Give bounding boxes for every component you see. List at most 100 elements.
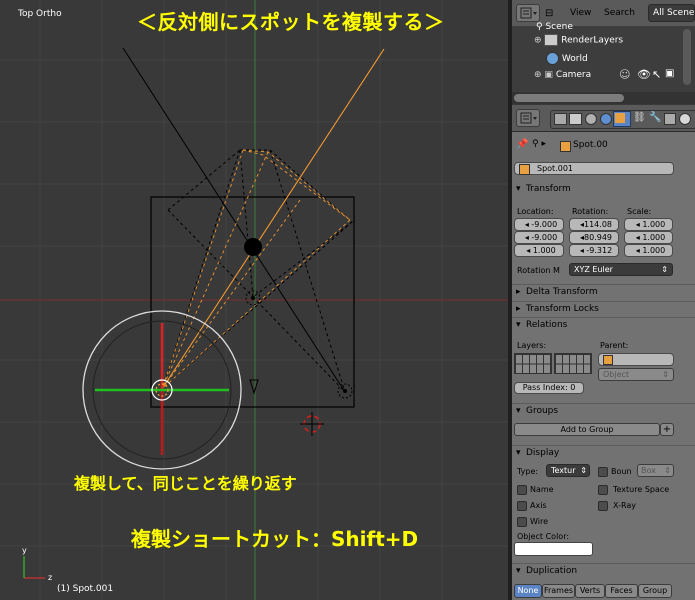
outliner-hscroll-track [512,92,695,104]
outliner-hscrollbar[interactable] [514,94,624,102]
world-tab-icon[interactable] [600,113,612,125]
groups-panel-header[interactable]: ▾ Groups [512,403,695,420]
overlay-shortcut: 複製ショートカット：Shift+D [131,527,419,551]
world-icon [546,52,559,65]
status-object-name: (1) Spot.001 [57,584,114,594]
xray-checkbox[interactable] [598,501,608,511]
layers-grid-right[interactable] [554,353,592,374]
display-type-dropdown[interactable]: Textur ⇕ [546,464,590,477]
location-label: Location: [517,207,554,216]
3d-cursor-icon [300,412,324,436]
expand-icon[interactable]: ⊕ [534,36,542,46]
bounds-checkbox[interactable] [598,467,608,477]
layers-grid-left[interactable] [514,353,552,374]
wire-label: Wire [530,517,548,526]
parent-label: Parent: [600,341,629,350]
collapse-icon[interactable]: ⊟ [545,8,553,19]
properties-editor-type-button[interactable] [516,109,540,127]
expand-icon[interactable]: ⊕ [534,70,542,80]
properties-editor-icon [520,112,537,124]
viewport-canvas[interactable] [0,0,508,600]
modifier-tab-icon[interactable]: 🔧 [649,112,661,123]
axis-checkbox[interactable] [517,501,527,511]
lamp-tab-icon[interactable] [679,113,691,125]
location-x-field[interactable]: ◂ -9.000 [514,218,564,231]
parent-field[interactable] [598,353,674,366]
duplication-frames-button[interactable]: Frames [542,584,575,598]
xray-label: X-Ray [613,501,636,510]
texture-space-checkbox[interactable] [598,485,608,495]
relations-panel-header[interactable]: ▾ Relations [512,317,695,334]
scene-breadcrumb-icon: ⚲ ▸ [532,139,546,149]
object-name-field[interactable]: Spot.001 [514,162,674,175]
properties-scroll-region[interactable] [682,135,692,595]
menu-search[interactable]: Search [604,8,635,18]
groups-title: Groups [526,406,559,416]
display-panel-header[interactable]: ▾ Display [512,445,695,462]
dropdown-arrow-icon: ⇕ [661,265,668,274]
tree-item-world[interactable]: World [546,52,588,65]
duplication-panel-header[interactable]: ▾ Duplication [512,563,695,580]
select-arrow-icon[interactable]: ↖ [652,68,661,81]
editor-type-button[interactable] [516,4,540,22]
duplication-toggle: ▾ [516,566,521,576]
delta-transform-title: Delta Transform [526,287,598,297]
rotation-x-field[interactable]: ◂114.08 [569,218,619,231]
delta-transform-toggle: ▸ [516,287,521,297]
object-name-icon [519,164,530,175]
transform-locks-panel-header[interactable]: ▸ Transform Locks [512,301,695,318]
name-checkbox[interactable] [517,485,527,495]
display-toggle: ▾ [516,448,521,458]
data-tab-icon[interactable] [664,113,676,125]
tree-item-camera[interactable]: ⊕ ▣ Camera [534,70,591,80]
object-color-swatch[interactable] [514,542,593,556]
lamp-marker [244,238,262,256]
pin-icon[interactable]: 📌 [516,139,528,150]
render-tab-icon[interactable] [554,113,567,125]
scene-tab-icon[interactable] [585,113,597,125]
constraint-tab-icon[interactable]: ⛓ [633,112,646,123]
duplication-none-button[interactable]: None [514,584,542,598]
duplication-verts-button[interactable]: Verts [575,584,605,598]
duplication-group-button[interactable]: Group [638,584,672,598]
camera-marker [249,379,259,395]
parent-type-dropdown[interactable]: Object ⇕ [598,368,674,381]
layers-label: Layers: [517,341,547,350]
tree-item-renderlayers[interactable]: ⊕ RenderLayers [534,34,623,46]
menu-view[interactable]: View [570,8,591,18]
renderlayers-tab-icon[interactable] [569,113,582,125]
render-camera-icon[interactable]: ▣ [665,68,674,79]
visibility-eye-icon[interactable]: 👁 [637,68,651,81]
3d-viewport[interactable]: Top Ortho y z (1) Spot.001 ＜反対側にスポットを複製す… [0,0,508,600]
scene-icon: ⚲ [536,22,543,32]
bounds-type-dropdown[interactable]: Box ⇕ [637,464,674,477]
name-label: Name [530,485,554,494]
display-mode-dropdown[interactable]: All Scenes [648,4,695,22]
selected-spot-direction-line [161,48,385,390]
tree-item-scene[interactable]: ⚲ Scene [536,22,573,32]
scale-z-field[interactable]: ◂ 1.000 [624,244,673,257]
location-z-field[interactable]: ◂ 1.000 [514,244,564,257]
transform-locks-title: Transform Locks [526,304,599,314]
transform-panel-header[interactable]: ▾ Transform [512,182,695,198]
bounds-label: Boun [611,467,632,476]
add-group-plus-icon[interactable]: + [660,423,674,436]
scale-x-field[interactable]: ◂ 1.000 [624,218,673,231]
wire-checkbox[interactable] [517,517,527,527]
breadcrumb-object: Spot.00 [573,140,608,150]
spot-direction-line [122,47,346,393]
scale-y-field[interactable]: ◂ 1.000 [624,231,673,244]
rotation-z-field[interactable]: ◂ -9.312 [569,244,619,257]
location-y-field[interactable]: ◂ -9.000 [514,231,564,244]
rotation-y-field[interactable]: ◂80.949 [569,231,619,244]
rotation-label: Rotation: [572,207,609,216]
rotation-mode-dropdown[interactable]: XYZ Euler ⇕ [569,263,673,276]
outliner-scrollbar[interactable] [683,29,691,85]
duplication-faces-button[interactable]: Faces [605,584,638,598]
groups-toggle: ▾ [516,406,521,416]
add-to-group-button[interactable]: Add to Group [514,423,660,436]
properties-context-tabs: ⛓ 🔧 [550,110,695,129]
pass-index-field[interactable]: Pass Index: 0 [514,382,584,394]
dropdown-arrow-icon: ⇕ [664,466,671,475]
delta-transform-panel-header[interactable]: ▸ Delta Transform [512,284,695,301]
